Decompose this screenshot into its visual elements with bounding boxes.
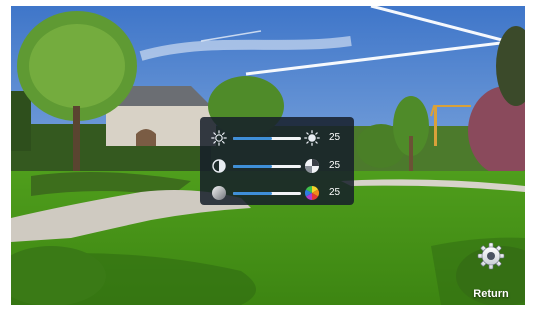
saturation-slider[interactable] [233, 192, 301, 195]
contrast-icon [305, 159, 319, 173]
saturation-row: 25 [200, 184, 354, 202]
brightness-value: 25 [329, 132, 341, 143]
gear-icon [477, 242, 505, 270]
saturation-slider-fill [233, 192, 272, 195]
return-label: Return [473, 288, 509, 300]
saturation-value: 25 [329, 187, 341, 198]
contrast-value: 25 [329, 160, 341, 171]
color-wheel-icon [305, 186, 319, 200]
gray-circle-icon [212, 186, 226, 200]
image-adjust-panel: 25 25 25 [200, 117, 354, 205]
sun-filled-icon [304, 130, 320, 146]
sun-outline-icon [211, 130, 227, 146]
brightness-row: 25 [200, 129, 354, 147]
return-button[interactable]: Return [469, 242, 513, 304]
brightness-slider-fill [233, 137, 272, 140]
brightness-slider[interactable] [233, 137, 301, 140]
contrast-row: 25 [200, 157, 354, 175]
contrast-slider[interactable] [233, 165, 301, 168]
screen: 25 25 25 Return [11, 6, 525, 305]
contrast-slider-fill [233, 165, 272, 168]
half-circle-icon [212, 159, 226, 173]
